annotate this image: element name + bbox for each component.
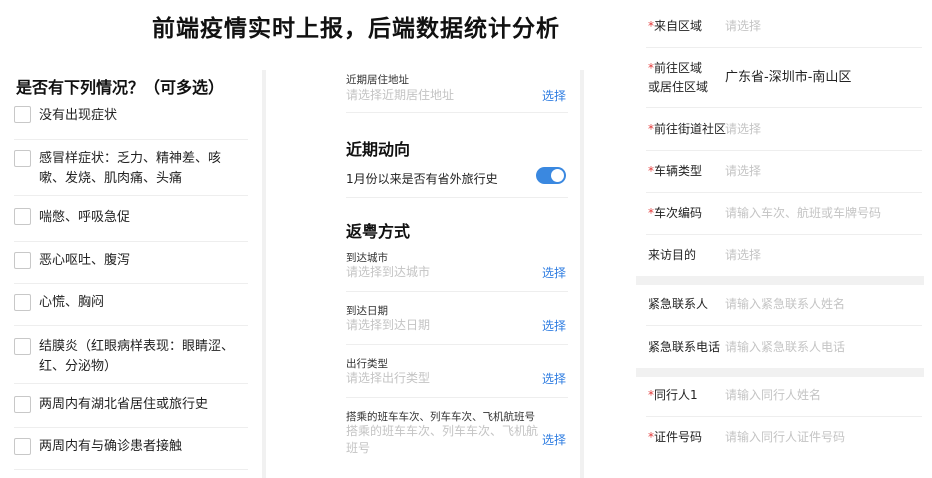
vehicle-number-field[interactable]: 搭乘的班车车次、列车车次、飞机航	[346, 423, 538, 440]
checkbox[interactable]	[14, 294, 31, 311]
toggle-knob	[551, 169, 564, 182]
symptom-option-label: 感冒样症状：乏力、精神差、咳嗽、发烧、肌肉痛、头痛	[39, 151, 222, 186]
personal-info-panel: *来自区域 请选择 *前往区域 或居住区域 广东省-深圳市-南山区 *前往街道社…	[636, 0, 924, 470]
travel-type-label: 出行类型	[346, 358, 388, 370]
from-area-field[interactable]: 请选择	[725, 16, 761, 36]
separator	[646, 325, 922, 326]
checkbox[interactable]	[14, 208, 31, 225]
symptom-option[interactable]: 没有出现症状	[14, 104, 248, 140]
arrival-city-field[interactable]: 请选择到达城市	[346, 264, 430, 281]
checkbox[interactable]	[14, 438, 31, 455]
dest-area-field[interactable]: 广东省-深圳市-南山区	[725, 68, 851, 88]
separator	[646, 107, 922, 108]
address-select-link[interactable]: 选择	[542, 87, 566, 104]
vehicle-type-label: *车辆类型	[648, 164, 703, 178]
vehicle-number-select-link[interactable]: 选择	[542, 431, 566, 448]
address-label: 近期居住地址	[346, 74, 409, 86]
recent-movement-heading: 近期动向	[346, 140, 411, 159]
symptom-question-heading: 是否有下列情况？（可多选）	[16, 78, 225, 97]
vehicle-code-label: *车次编码	[648, 206, 703, 220]
arrival-city-select-link[interactable]: 选择	[542, 264, 566, 281]
page-title: 前端疫情实时上报，后端数据统计分析	[152, 15, 560, 42]
symptom-option[interactable]: 结膜炎（红眼病样表现：眼睛涩、红、分泌物）	[14, 334, 248, 384]
section-gap	[636, 276, 924, 285]
symptom-option[interactable]: 两周内有与确诊患者接触	[14, 436, 248, 470]
arrival-city-label: 到达城市	[346, 252, 388, 264]
symptom-panel: 是否有下列情况？（可多选） 没有出现症状 感冒样症状：乏力、精神差、咳嗽、发烧、…	[0, 66, 262, 478]
checkbox[interactable]	[14, 150, 31, 167]
symptom-option[interactable]: 两周内有湖北省居住或旅行史	[14, 394, 248, 428]
checkbox[interactable]	[14, 252, 31, 269]
visit-purpose-label: 来访目的	[648, 248, 697, 262]
symptom-option-label: 结膜炎（红眼病样表现：眼睛涩、红、分泌物）	[39, 339, 235, 374]
symptom-option[interactable]: 喘憋、呼吸急促	[14, 206, 248, 242]
section-gap	[636, 368, 924, 377]
symptom-option[interactable]: 恶心呕吐、腹泻	[14, 250, 248, 284]
return-method-heading: 返粤方式	[346, 222, 411, 241]
symptom-option-label: 两周内有湖北省居住或旅行史	[39, 397, 209, 412]
symptom-option-label: 喘憋、呼吸急促	[39, 210, 131, 225]
from-area-label: *来自区域	[648, 19, 703, 33]
dest-street-field[interactable]: 请选择	[725, 119, 761, 139]
emergency-contact-field[interactable]: 请输入紧急联系人姓名	[725, 294, 845, 314]
panel-divider	[580, 70, 584, 478]
separator	[346, 344, 568, 345]
symptom-option[interactable]: 感冒样症状：乏力、精神差、咳嗽、发烧、肌肉痛、头痛	[14, 146, 248, 196]
companion-name-field[interactable]: 请输入同行人姓名	[725, 385, 821, 405]
travel-type-select-link[interactable]: 选择	[542, 370, 566, 387]
separator	[346, 197, 568, 198]
symptom-option-label: 没有出现症状	[39, 108, 118, 123]
separator	[646, 234, 922, 235]
symptom-option[interactable]: 心慌、胸闷	[14, 292, 248, 326]
vehicle-number-label: 搭乘的班车车次、列车车次、飞机航班号	[346, 411, 535, 423]
emergency-phone-field[interactable]: 请输入紧急联系人电话	[725, 337, 845, 357]
vehicle-type-field[interactable]: 请选择	[725, 161, 761, 181]
companion-label: *同行人1	[648, 388, 698, 402]
panel-divider	[262, 70, 266, 478]
vehicle-code-field[interactable]: 请输入车次、航班或车牌号码	[725, 203, 881, 223]
visit-purpose-field[interactable]: 请选择	[725, 245, 761, 265]
dest-area-label-continued: 或居住区域	[648, 80, 709, 94]
separator	[646, 150, 922, 151]
checkbox[interactable]	[14, 396, 31, 413]
separator	[346, 112, 568, 113]
separator	[646, 416, 922, 417]
checkbox[interactable]	[14, 338, 31, 355]
separator	[346, 397, 568, 398]
vehicle-number-field-continued[interactable]: 班号	[346, 440, 370, 457]
arrival-date-select-link[interactable]: 选择	[542, 317, 566, 334]
arrival-date-label: 到达日期	[346, 305, 388, 317]
checkbox[interactable]	[14, 106, 31, 123]
travel-type-field[interactable]: 请选择出行类型	[346, 370, 430, 387]
id-number-field[interactable]: 请输入同行人证件号码	[725, 427, 845, 447]
outside-travel-question: 1月份以来是否有省外旅行史	[346, 172, 498, 186]
separator	[646, 192, 922, 193]
symptom-option-label: 心慌、胸闷	[39, 295, 105, 310]
symptom-option-label: 两周内有与确诊患者接触	[39, 439, 183, 454]
outside-travel-toggle[interactable]	[536, 167, 566, 184]
symptom-option-label: 恶心呕吐、腹泻	[39, 253, 131, 268]
dest-street-label: *前往街道社区	[648, 122, 727, 136]
emergency-phone-label: 紧急联系电话	[648, 340, 721, 354]
separator	[646, 47, 922, 48]
emergency-contact-label: 紧急联系人	[648, 297, 709, 311]
dest-area-label: *前往区域	[648, 61, 703, 75]
travel-panel: 近期居住地址 请选择近期居住地址 选择 近期动向 1月份以来是否有省外旅行史 返…	[330, 66, 580, 478]
address-field[interactable]: 请选择近期居住地址	[346, 87, 454, 104]
id-number-label: *证件号码	[648, 430, 703, 444]
separator	[346, 291, 568, 292]
arrival-date-field[interactable]: 请选择到达日期	[346, 317, 430, 334]
